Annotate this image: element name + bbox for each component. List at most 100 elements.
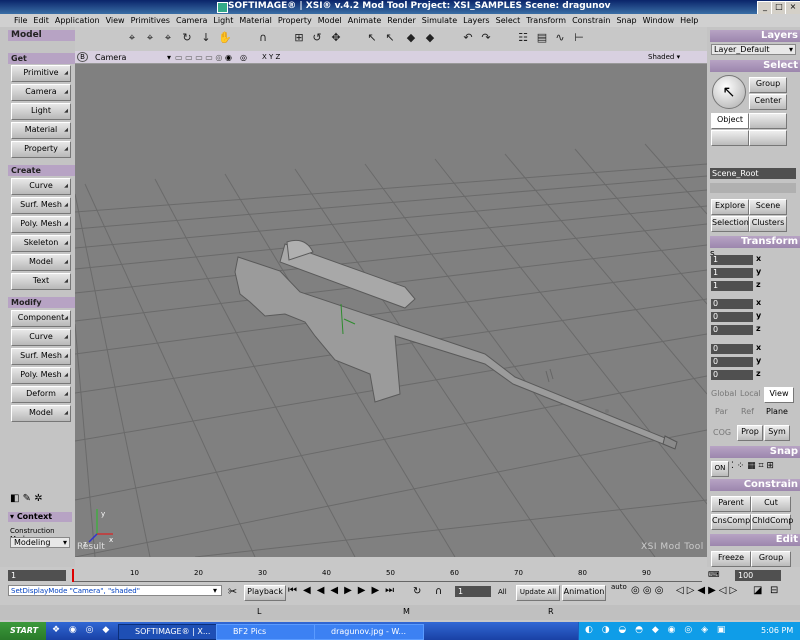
rotate-icon[interactable]: ↺ (310, 30, 324, 46)
viewport-letter[interactable]: B (77, 52, 88, 62)
modify-poly-mesh-button[interactable]: Poly. Mesh ◢ (11, 367, 71, 384)
scene-button[interactable]: Scene (749, 199, 787, 215)
create-curve-button[interactable]: Curve ◢ (11, 178, 71, 195)
menu-help[interactable]: Help (680, 16, 698, 25)
childcomp-button[interactable]: ChldComp (751, 514, 793, 530)
edit-group-button[interactable]: Group (751, 551, 791, 567)
audio-icon[interactable]: ∩ (435, 586, 442, 597)
get-material-button[interactable]: Material ◢ (11, 122, 71, 139)
menu-simulate[interactable]: Simulate (422, 16, 457, 25)
selection-field[interactable] (710, 183, 796, 193)
start-button[interactable]: START (0, 622, 46, 640)
select-arrow-icon[interactable]: ↖ (365, 30, 379, 46)
scale-icon[interactable]: ⊞ (292, 30, 306, 46)
tag-icon[interactable]: ◆ (423, 30, 437, 46)
binoculars-c-icon[interactable]: ⌖ (161, 30, 175, 46)
clusters-button[interactable]: Clusters (749, 216, 787, 232)
timeline-end-field[interactable]: 100 (735, 570, 781, 581)
group-select-button[interactable]: Group (749, 77, 787, 93)
chevron-down-icon[interactable]: ▾ (213, 586, 217, 595)
menu-select[interactable]: Select (496, 16, 521, 25)
layout-icon[interactable]: ◧ (10, 493, 19, 504)
rotate-z-field[interactable]: 0 (711, 325, 753, 335)
menu-transform[interactable]: Transform (526, 16, 566, 25)
menu-property[interactable]: Property (278, 16, 312, 25)
select-mode-button-3[interactable] (711, 130, 749, 146)
translate-y-field[interactable]: 0 (711, 357, 753, 367)
modify-surf-mesh-button[interactable]: Surf. Mesh ◢ (11, 348, 71, 365)
scene-root-field[interactable]: Scene_Root (710, 168, 796, 179)
menu-snap[interactable]: Snap (616, 16, 636, 25)
close-button[interactable]: × (785, 1, 800, 15)
all-button[interactable]: All (498, 588, 507, 596)
layer-dropdown[interactable]: Layer_Default ▾ (711, 44, 796, 55)
lock-icon[interactable]: ◎ (240, 53, 247, 62)
dolly-icon[interactable]: ↓ (199, 30, 213, 46)
selection-button[interactable]: Selection (711, 216, 749, 232)
menu-primitives[interactable]: Primitives (131, 16, 170, 25)
modify-deform-button[interactable]: Deform ◢ (11, 386, 71, 403)
cnscomp-button[interactable]: CnsComp (711, 514, 751, 530)
key-icon[interactable]: ⊟ (770, 585, 778, 596)
task-dragunov-jpg[interactable]: dragunov.jpg - W... (314, 624, 424, 640)
menu-view[interactable]: View (106, 16, 125, 25)
scale-y-field[interactable]: 1 (711, 268, 753, 278)
rotate-y-field[interactable]: 0 (711, 312, 753, 322)
menu-layers[interactable]: Layers (463, 16, 489, 25)
playhead[interactable] (72, 569, 74, 582)
prop-button[interactable]: Prop (737, 425, 763, 441)
axes-label[interactable]: X Y Z (262, 53, 280, 61)
get-property-button[interactable]: Property ◢ (11, 141, 71, 158)
translate-icon[interactable]: ✥ (329, 30, 343, 46)
menu-render[interactable]: Render (387, 16, 415, 25)
get-primitive-button[interactable]: Primitive ◢ (11, 65, 71, 82)
timeline[interactable]: 1 10 20 30 40 50 60 70 80 90 ⌨ 100 (0, 567, 800, 583)
task-softimage[interactable]: SOFTIMAGE® | X... (118, 624, 228, 640)
menu-application[interactable]: Application (55, 16, 100, 25)
explore-button[interactable]: Explore (711, 199, 749, 215)
cut-button[interactable]: Cut (751, 496, 791, 512)
construction-mode-dropdown[interactable]: Modeling ▾ (10, 537, 70, 548)
get-light-button[interactable]: Light ◢ (11, 103, 71, 120)
modify-curve-button[interactable]: Curve ◢ (11, 329, 71, 346)
orbit-icon[interactable]: ↻ (180, 30, 194, 46)
dragunov-model[interactable] (234, 239, 678, 450)
object-select-button[interactable]: Object (711, 113, 749, 129)
binoculars-icon[interactable]: ⌖ (125, 30, 139, 46)
create-skeleton-button[interactable]: Skeleton ◢ (11, 235, 71, 252)
loop-icon[interactable]: ↻ (413, 586, 421, 597)
quick-launch-icons[interactable]: ❖ ◉ ◎ ◆ (52, 625, 112, 635)
select-mode-button-2[interactable] (749, 113, 787, 129)
render-tree-icon[interactable]: ⊢ (572, 30, 586, 46)
update-all-button[interactable]: Update All (516, 585, 560, 601)
fcurve-icon[interactable]: ∿ (553, 30, 567, 46)
translate-z-field[interactable]: 0 (711, 370, 753, 380)
wrench-icon[interactable]: ✎ (23, 493, 31, 504)
create-model-button[interactable]: Model ◢ (11, 254, 71, 271)
center-select-button[interactable]: Center (749, 94, 787, 110)
menu-edit[interactable]: Edit (33, 16, 49, 25)
viewport-3d[interactable]: y x z Result XSI Mod Tool (75, 64, 707, 557)
current-frame-field[interactable]: 1 (455, 586, 491, 597)
sym-button[interactable]: Sym (764, 425, 790, 441)
par-button[interactable]: Par (715, 407, 728, 416)
animation-button[interactable]: Animation (562, 585, 606, 601)
lock-icon[interactable]: ◪ (753, 585, 762, 596)
camera-dropdown[interactable]: Camera ▾ (95, 52, 173, 63)
eraser-icon[interactable]: ◆ (404, 30, 418, 46)
menu-window[interactable]: Window (643, 16, 675, 25)
explorer-icon[interactable]: ▤ (535, 30, 549, 46)
select-arrow-button[interactable]: ↖ (712, 75, 746, 109)
keyboard-icon[interactable]: ⌨ (708, 570, 720, 579)
binoculars-b-icon[interactable]: ⌖ (143, 30, 157, 46)
get-camera-button[interactable]: Camera ◢ (11, 84, 71, 101)
scale-z-field[interactable]: 1 (711, 281, 753, 291)
freeze-button[interactable]: Freeze (711, 551, 751, 567)
menu-camera[interactable]: Camera (176, 16, 207, 25)
shading-dropdown[interactable]: Shaded ▾ (648, 53, 680, 61)
global-button[interactable]: Global (711, 389, 737, 398)
modify-component-button[interactable]: Component ◢ (11, 310, 71, 327)
cog-button[interactable]: COG (713, 428, 731, 437)
create-surf-mesh-button[interactable]: Surf. Mesh ◢ (11, 197, 71, 214)
auto-key-label[interactable]: auto (611, 583, 627, 591)
